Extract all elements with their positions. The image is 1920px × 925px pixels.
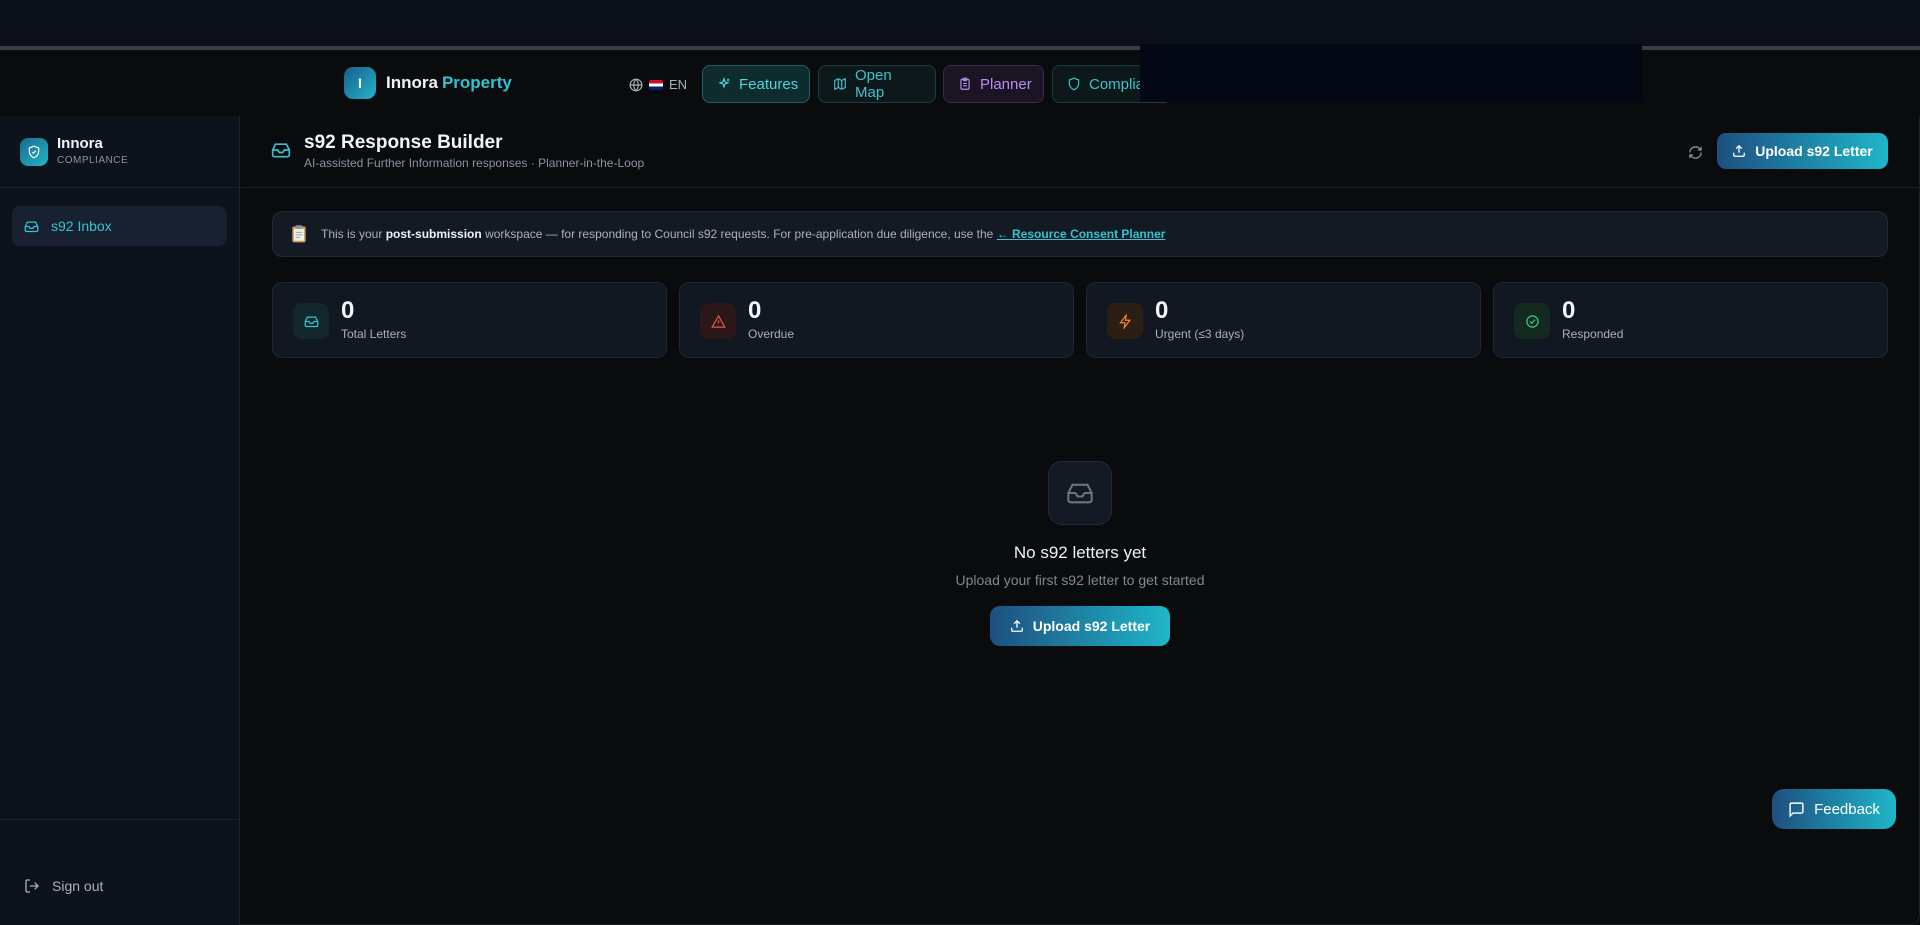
sidebar-title: Innora: [57, 135, 103, 152]
upload-button-label: Upload s92 Letter: [1032, 618, 1151, 634]
page-header: s92 Response Builder AI-assisted Further…: [241, 116, 1920, 188]
stat-card-responded: 0 Responded: [1493, 282, 1888, 358]
browser-top-strip: [0, 0, 1920, 47]
map-icon: [833, 77, 847, 91]
stat-value: 0: [1155, 297, 1169, 324]
sidebar-item-label: s92 Inbox: [51, 218, 112, 234]
stat-card-overdue: 0 Overdue: [679, 282, 1074, 358]
inbox-icon: [24, 219, 39, 234]
upload-s92-letter-button[interactable]: Upload s92 Letter: [1717, 133, 1888, 169]
sign-out-button[interactable]: Sign out: [24, 878, 103, 894]
info-banner: This is your post-submission workspace —…: [272, 211, 1888, 257]
nav-open-map-label: Open Map: [855, 67, 892, 101]
inbox-icon: [293, 303, 329, 339]
stat-label: Responded: [1562, 327, 1624, 341]
nav-planner-label: Planner: [980, 75, 1032, 93]
sidebar-item-s92-inbox[interactable]: s92 Inbox: [12, 206, 227, 246]
nav-compliance-label: Complia: [1089, 75, 1145, 93]
divider: [0, 819, 240, 820]
language-code: EN: [669, 77, 688, 92]
empty-state-subtitle: Upload your first s92 letter to get star…: [955, 572, 1205, 588]
upload-icon: [1010, 619, 1024, 633]
nav-planner-button[interactable]: Planner: [943, 65, 1044, 103]
upload-s92-letter-button[interactable]: Upload s92 Letter: [990, 606, 1170, 646]
refresh-button[interactable]: [1683, 140, 1707, 164]
language-switcher[interactable]: EN: [629, 77, 687, 92]
stat-card-total-letters: 0 Total Letters: [272, 282, 667, 358]
stat-label: Overdue: [748, 327, 795, 341]
stat-label: Total Letters: [341, 327, 407, 341]
feedback-button[interactable]: Feedback: [1772, 789, 1896, 829]
brand[interactable]: I Innora Property: [344, 67, 512, 99]
refresh-icon: [1688, 145, 1702, 159]
lightning-icon: [1107, 303, 1143, 339]
upload-button-label: Upload s92 Letter: [1755, 143, 1873, 159]
globe-icon: [629, 78, 643, 92]
feedback-label: Feedback: [1814, 800, 1880, 818]
stat-card-urgent: 0 Urgent (≤3 days): [1086, 282, 1481, 358]
clipboard-icon: [958, 77, 972, 91]
page-title: s92 Response Builder: [304, 132, 503, 153]
overlay-panel: [1140, 44, 1642, 102]
empty-state-title: No s92 letters yet: [1013, 543, 1147, 562]
alert-triangle-icon: [700, 303, 736, 339]
nav-open-map-button[interactable]: Open Map: [818, 65, 936, 103]
sign-out-label: Sign out: [52, 878, 104, 894]
uk-flag-icon: [649, 79, 663, 90]
brand-suffix: Property: [441, 73, 512, 92]
inbox-icon: [1048, 461, 1112, 525]
nav-features-label: Features: [739, 75, 799, 93]
stat-value: 0: [1562, 297, 1576, 324]
sidebar: Innora COMPLIANCE s92 Inbox Sign out: [0, 116, 240, 925]
logout-icon: [24, 878, 40, 894]
stat-value: 0: [748, 297, 762, 324]
upload-icon: [1732, 144, 1746, 158]
resource-consent-planner-link[interactable]: ← Resource Consent Planner: [997, 227, 1166, 241]
shield-icon: [20, 138, 48, 166]
message-icon: [1788, 801, 1805, 818]
brand-logo: I: [344, 67, 376, 99]
sidebar-header: Innora COMPLIANCE: [0, 116, 240, 188]
banner-text: This is your post-submission workspace —…: [321, 227, 1166, 241]
stat-label: Urgent (≤3 days): [1155, 327, 1245, 341]
nav-features-button[interactable]: Features: [702, 65, 810, 103]
check-circle-icon: [1514, 303, 1550, 339]
stat-value: 0: [341, 297, 355, 324]
inbox-icon: [271, 140, 291, 160]
sparkles-icon: [717, 77, 731, 91]
shield-icon: [1067, 77, 1081, 91]
clipboard-icon: [289, 224, 309, 244]
sidebar-subtitle: COMPLIANCE: [57, 155, 129, 166]
brand-name: Innora: [386, 73, 438, 92]
page-subtitle: AI-assisted Further Information response…: [304, 156, 645, 170]
